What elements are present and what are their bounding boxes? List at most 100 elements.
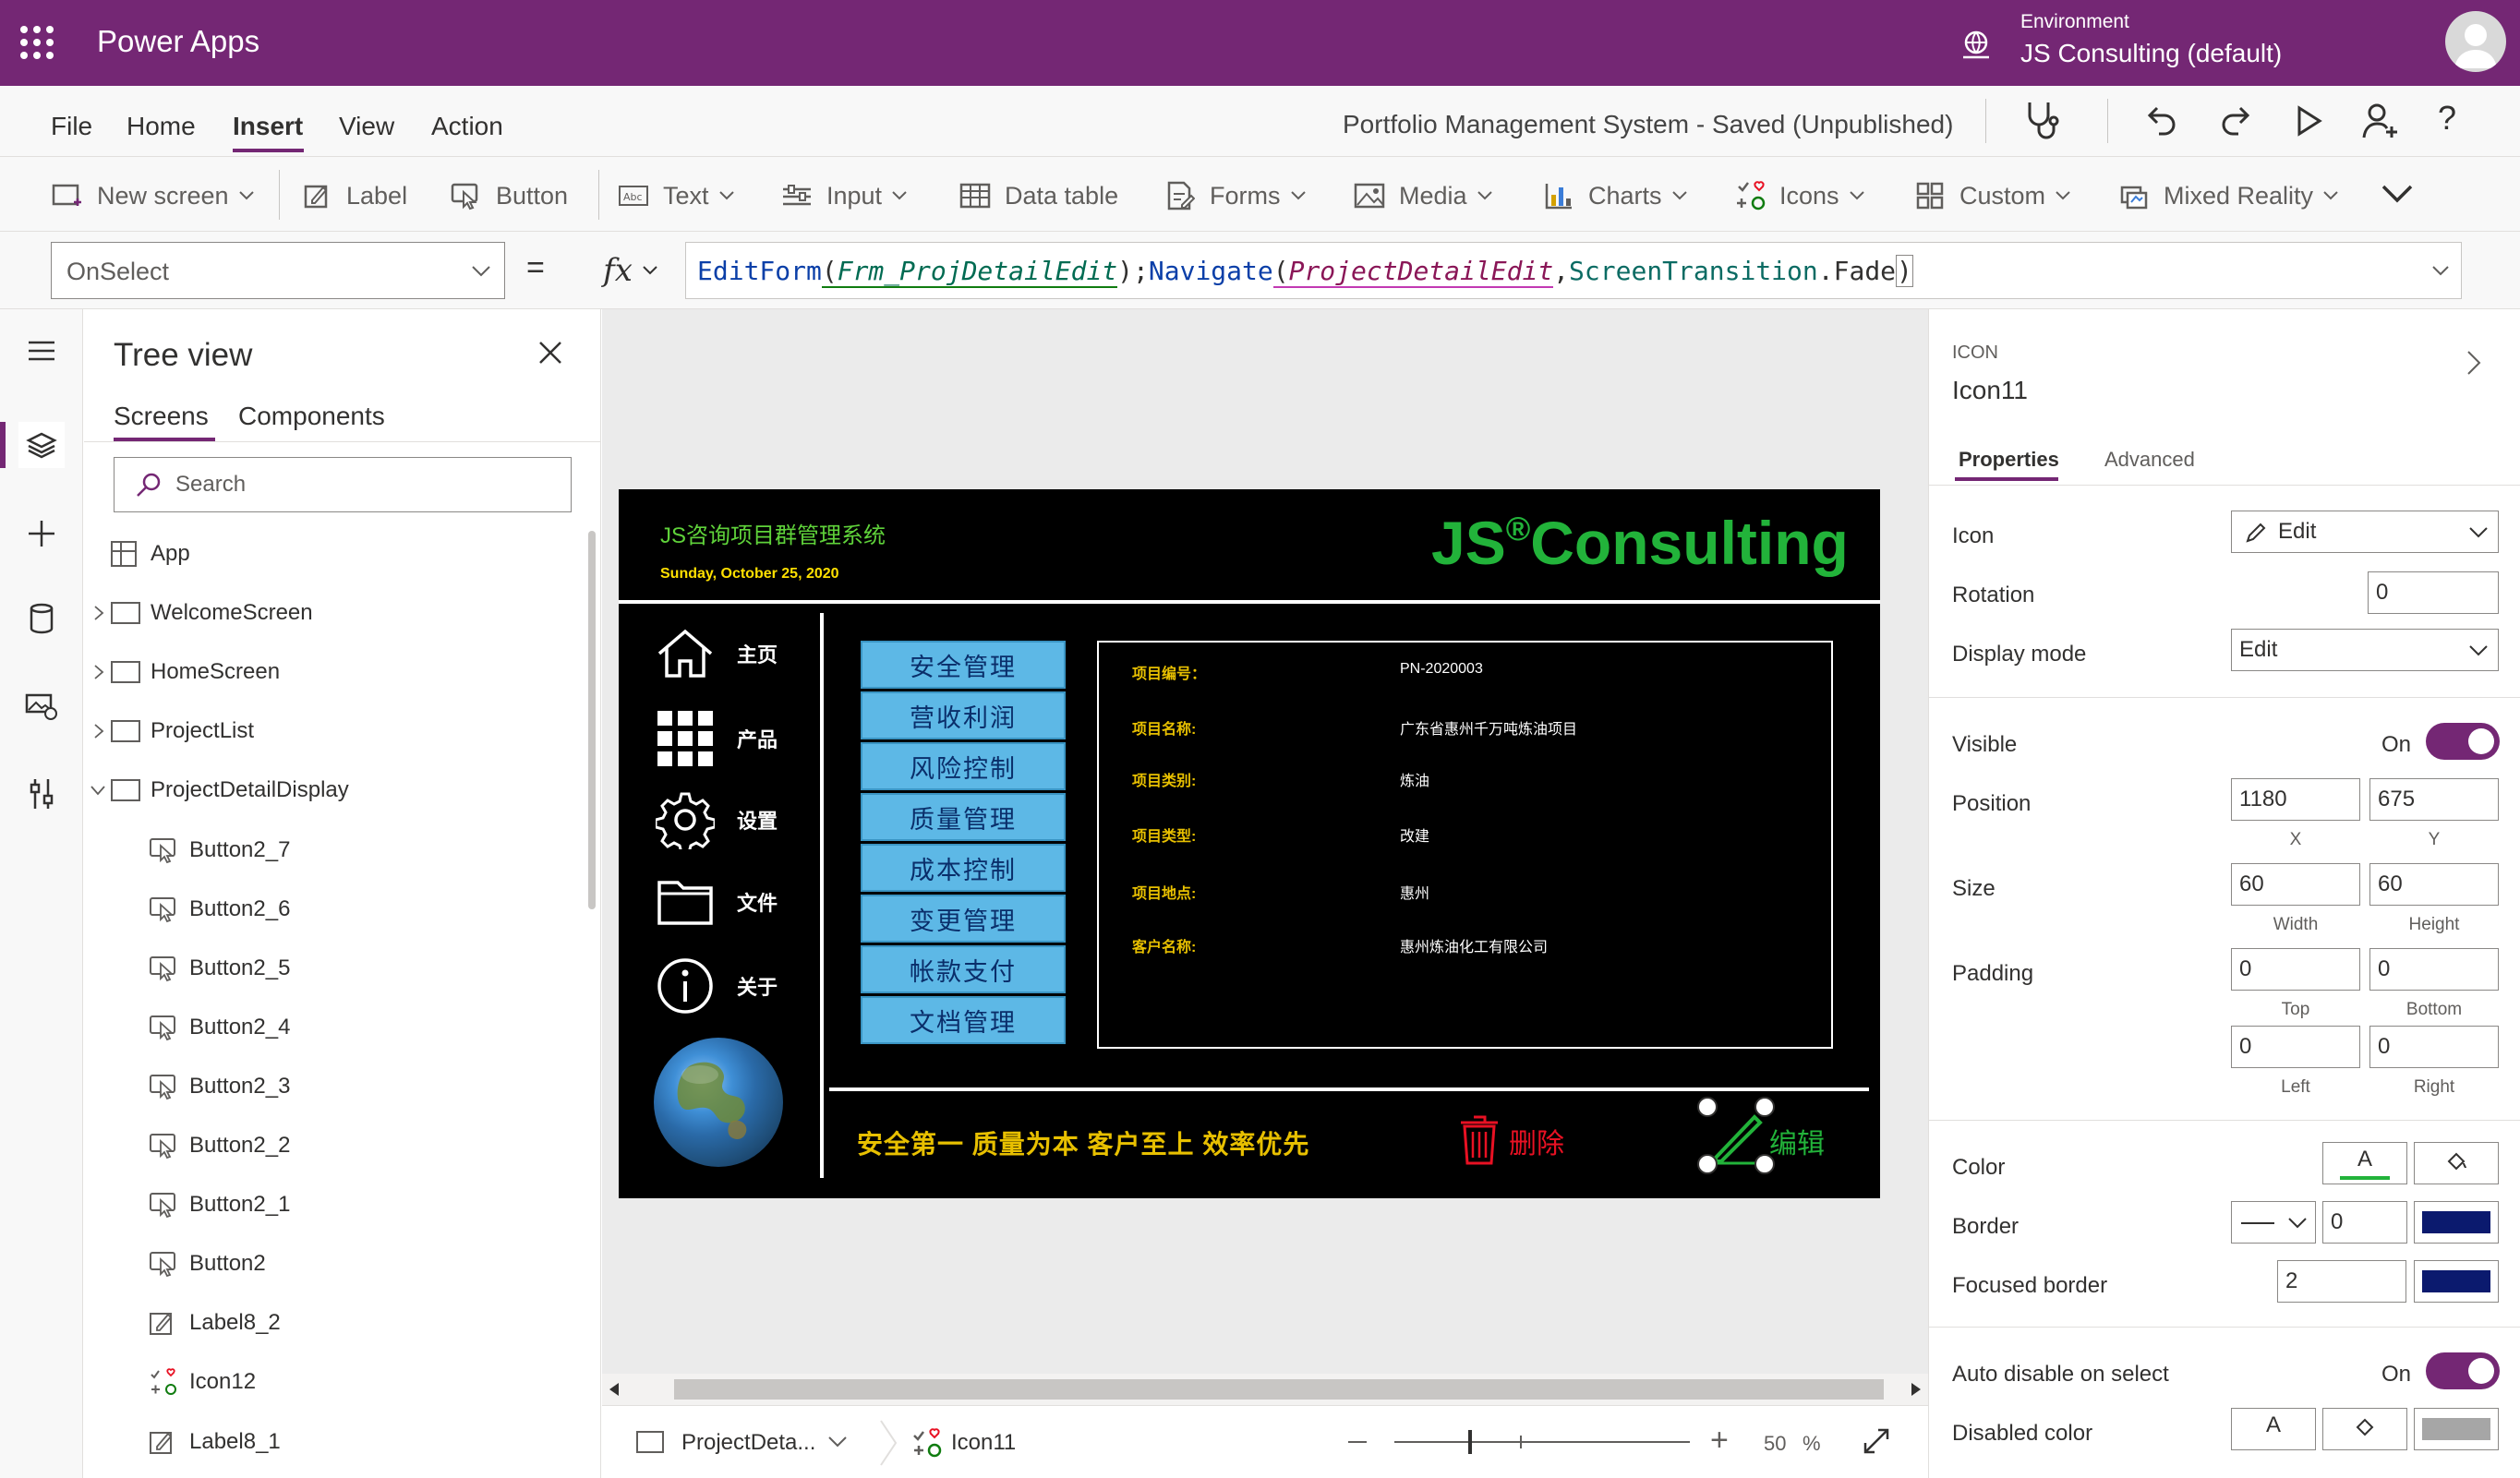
border-style-dropdown[interactable] bbox=[2231, 1201, 2316, 1244]
zoom-in-icon[interactable]: + bbox=[1710, 1423, 1729, 1459]
scroll-right-icon[interactable] bbox=[1910, 1383, 1921, 1396]
user-avatar[interactable] bbox=[2445, 11, 2506, 72]
tab-screens[interactable]: Screens bbox=[114, 402, 209, 431]
trash-icon[interactable] bbox=[1459, 1115, 1500, 1165]
chevron-right-icon[interactable] bbox=[2466, 350, 2481, 376]
height-input[interactable]: 60 bbox=[2369, 863, 2499, 906]
share-user-icon[interactable] bbox=[2360, 101, 2401, 141]
tree-item-icon12[interactable]: Icon12 bbox=[84, 1352, 583, 1412]
zoom-value[interactable]: 50 bbox=[1764, 1432, 1786, 1456]
earth-globe-image[interactable] bbox=[654, 1038, 783, 1167]
insert-mixed-reality-dropdown[interactable]: Mixed Reality bbox=[2117, 177, 2339, 214]
app-checker-icon[interactable] bbox=[2022, 99, 2063, 143]
nav-products[interactable]: 产品 bbox=[656, 709, 778, 768]
position-x-input[interactable]: 1180 bbox=[2231, 778, 2360, 821]
play-icon[interactable] bbox=[2290, 102, 2327, 139]
tree-item-homescreen[interactable]: HomeScreen bbox=[84, 643, 583, 702]
insert-text-dropdown[interactable]: Abc Text bbox=[617, 177, 735, 214]
rotation-input[interactable]: 0 bbox=[2368, 571, 2499, 614]
disabled-color-swatch-button[interactable] bbox=[2414, 1408, 2499, 1450]
auto-disable-toggle[interactable] bbox=[2426, 1352, 2500, 1389]
tree-item-button2_5[interactable]: Button2_5 bbox=[84, 939, 583, 998]
insert-input-dropdown[interactable]: Input bbox=[780, 177, 908, 214]
insert-data-table-button[interactable]: Data table bbox=[959, 177, 1118, 214]
fill-color-button[interactable] bbox=[2414, 1142, 2499, 1184]
screen-menu-button[interactable]: 安全管理 bbox=[861, 641, 1066, 689]
js-consulting-logo[interactable]: JS®Consulting bbox=[1431, 508, 1849, 578]
menu-file[interactable]: File bbox=[51, 112, 92, 141]
delete-label[interactable]: 删除 bbox=[1509, 1121, 1564, 1161]
tab-components[interactable]: Components bbox=[238, 402, 385, 431]
insert-button-button[interactable]: Button bbox=[450, 177, 568, 214]
screen-menu-button[interactable]: 变更管理 bbox=[861, 895, 1066, 943]
padding-right-input[interactable]: 0 bbox=[2369, 1026, 2499, 1068]
app-launcher-icon[interactable] bbox=[20, 26, 54, 59]
environment-icon[interactable] bbox=[1958, 26, 1995, 63]
color-swatch-button[interactable]: A bbox=[2322, 1142, 2407, 1184]
insert-custom-dropdown[interactable]: Custom bbox=[1913, 177, 2071, 214]
padding-left-input[interactable]: 0 bbox=[2231, 1026, 2360, 1068]
zoom-out-icon[interactable] bbox=[1348, 1441, 1367, 1443]
tab-properties[interactable]: Properties bbox=[1959, 448, 2059, 472]
menu-insert[interactable]: Insert bbox=[233, 112, 303, 141]
tree-view-layers-icon[interactable] bbox=[18, 422, 65, 468]
nav-home[interactable]: 主页 bbox=[656, 628, 778, 679]
nav-settings[interactable]: 设置 bbox=[656, 790, 778, 849]
tab-advanced[interactable]: Advanced bbox=[2104, 448, 2195, 472]
detail-value[interactable]: 惠州 bbox=[1400, 881, 1429, 903]
display-mode-dropdown[interactable]: Edit bbox=[2231, 629, 2499, 671]
chevron-right-icon[interactable] bbox=[93, 664, 104, 680]
fit-to-window-icon[interactable] bbox=[1862, 1426, 1891, 1456]
zoom-slider[interactable] bbox=[1394, 1430, 1690, 1454]
chevron-right-icon[interactable] bbox=[93, 723, 104, 739]
insert-charts-dropdown[interactable]: Charts bbox=[1542, 177, 1688, 214]
fx-button[interactable]: fx bbox=[576, 242, 685, 299]
tree-scrollbar[interactable] bbox=[588, 531, 596, 909]
screen-date[interactable]: Sunday, October 25, 2020 bbox=[660, 566, 839, 583]
menu-view[interactable]: View bbox=[339, 112, 394, 141]
screen-menu-button[interactable]: 帐款支付 bbox=[861, 945, 1066, 993]
focused-border-color-button[interactable] bbox=[2414, 1260, 2499, 1303]
insert-plus-icon[interactable] bbox=[18, 511, 65, 557]
new-screen-button[interactable]: New screen bbox=[51, 177, 255, 214]
tree-item-welcomescreen[interactable]: WelcomeScreen bbox=[84, 583, 583, 643]
screen-menu-button[interactable]: 风险控制 bbox=[861, 742, 1066, 790]
screen-menu-button[interactable]: 成本控制 bbox=[861, 844, 1066, 892]
chevron-right-icon[interactable] bbox=[93, 605, 104, 621]
hamburger-menu-icon[interactable] bbox=[18, 328, 65, 374]
border-color-button[interactable] bbox=[2414, 1201, 2499, 1244]
tree-item-label8_2[interactable]: Label8_2 bbox=[84, 1293, 583, 1352]
border-thickness-input[interactable]: 0 bbox=[2322, 1201, 2407, 1244]
tree-item-button2_7[interactable]: Button2_7 bbox=[84, 821, 583, 880]
padding-bottom-input[interactable]: 0 bbox=[2369, 948, 2499, 991]
screen-app-title[interactable]: JS咨询项目群管理系统 bbox=[660, 517, 886, 549]
screen-menu-button[interactable]: 文档管理 bbox=[861, 996, 1066, 1044]
padding-top-input[interactable]: 0 bbox=[2231, 948, 2360, 991]
nav-files[interactable]: 文件 bbox=[656, 877, 778, 927]
control-name[interactable]: Icon11 bbox=[1952, 376, 2028, 405]
chevron-down-icon[interactable] bbox=[827, 1436, 848, 1448]
selection-handle[interactable] bbox=[1697, 1097, 1718, 1117]
close-icon[interactable] bbox=[538, 341, 562, 365]
screen-menu-button[interactable]: 营收利润 bbox=[861, 691, 1066, 739]
expand-formula-icon[interactable] bbox=[2431, 265, 2450, 276]
detail-value[interactable]: 广东省惠州千万吨炼油项目 bbox=[1400, 716, 1577, 739]
undo-icon[interactable] bbox=[2144, 102, 2181, 139]
tree-item-projectlist[interactable]: ProjectList bbox=[84, 702, 583, 761]
disabled-fill-button[interactable] bbox=[2322, 1408, 2407, 1450]
focused-border-input[interactable]: 2 bbox=[2277, 1260, 2406, 1303]
detail-value[interactable]: 炼油 bbox=[1400, 768, 1429, 790]
slogan-text[interactable]: 安全第一 质量为本 客户至上 效率优先 bbox=[857, 1124, 1309, 1161]
edit-label[interactable]: 编辑 bbox=[1769, 1121, 1825, 1161]
insert-forms-dropdown[interactable]: Forms bbox=[1164, 177, 1307, 214]
data-cylinder-icon[interactable] bbox=[18, 595, 65, 642]
insert-icons-dropdown[interactable]: Icons bbox=[1733, 177, 1865, 214]
formula-input[interactable]: EditForm(Frm_ProjDetailEdit);Navigate(Pr… bbox=[685, 242, 2462, 299]
zoom-slider-thumb[interactable] bbox=[1468, 1430, 1472, 1454]
tree-item-button2_6[interactable]: Button2_6 bbox=[84, 880, 583, 939]
detail-value[interactable]: 改建 bbox=[1400, 823, 1429, 846]
tree-item-button2_4[interactable]: Button2_4 bbox=[84, 998, 583, 1057]
tree-item-app[interactable]: App bbox=[84, 524, 583, 583]
insert-label-button[interactable]: Label bbox=[300, 177, 407, 214]
canvas-horizontal-scrollbar[interactable] bbox=[602, 1374, 1928, 1405]
